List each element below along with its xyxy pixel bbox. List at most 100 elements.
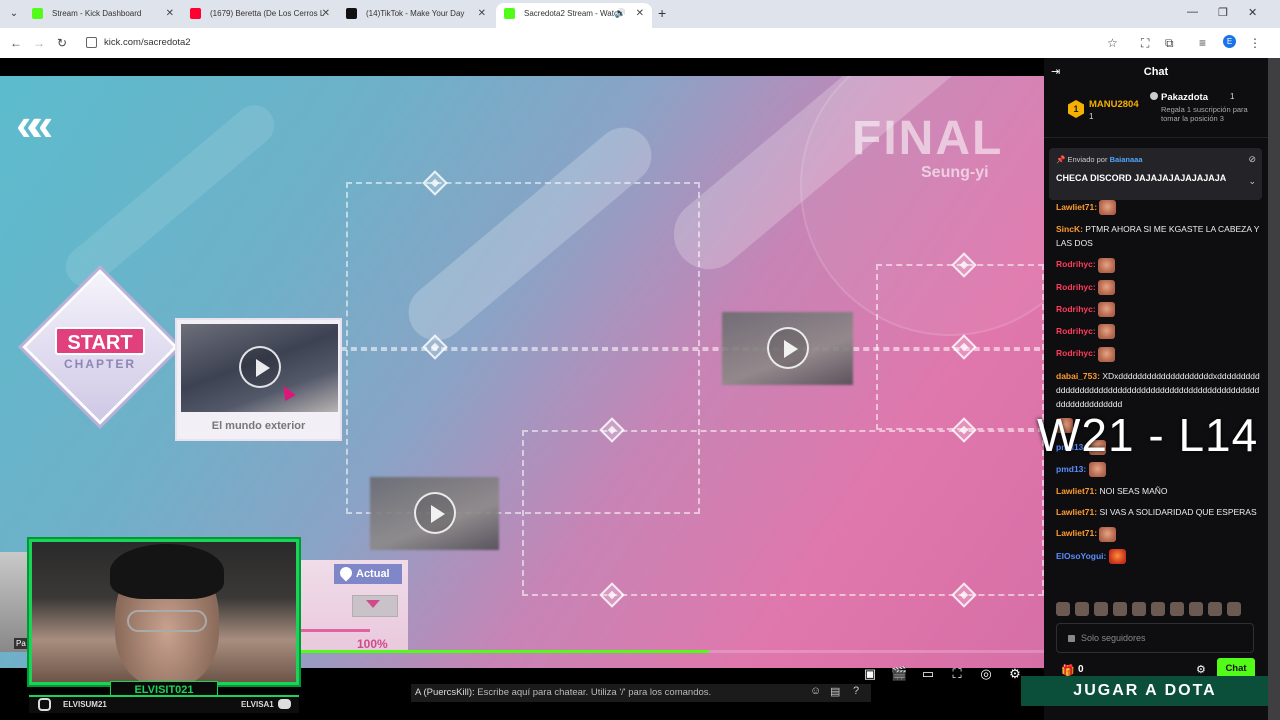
decor-stripe bbox=[57, 97, 283, 295]
site-info-icon[interactable] bbox=[86, 37, 97, 48]
emote-icon bbox=[1098, 279, 1116, 295]
profile-avatar[interactable]: E bbox=[1223, 35, 1236, 48]
chevron-down-icon bbox=[366, 600, 380, 608]
chat-username[interactable]: Rodrihyc: bbox=[1056, 304, 1096, 314]
chat-username[interactable]: Rodrihyc: bbox=[1056, 259, 1096, 269]
chat-message: Lawliet71: NOI SEAS MAÑO bbox=[1056, 484, 1262, 498]
reload-button[interactable]: ↻ bbox=[57, 35, 67, 51]
close-icon[interactable]: ✕ bbox=[478, 3, 486, 24]
emote-icon[interactable] bbox=[1151, 602, 1165, 616]
tab-kick-dashboard[interactable]: Stream - Kick Dashboard ✕ bbox=[24, 3, 182, 28]
bookmark-star-icon[interactable]: ☆ bbox=[1107, 36, 1118, 50]
emoji-icon: ☺ bbox=[810, 685, 822, 697]
chat-username[interactable]: pmd13: bbox=[1056, 464, 1086, 474]
chat-username[interactable]: SincK: bbox=[1056, 224, 1083, 234]
path-line bbox=[522, 430, 1044, 596]
promo-banner[interactable]: JUGAR A DOTA bbox=[1021, 676, 1269, 706]
close-icon[interactable]: ✕ bbox=[636, 3, 644, 24]
screenshot-icon[interactable]: ⛶ bbox=[1141, 36, 1149, 50]
chat-username[interactable]: Rodrihyc: bbox=[1056, 326, 1096, 336]
tab-tiktok[interactable]: (14)TikTok - Make Your Day ✕ bbox=[338, 3, 494, 28]
chat-input[interactable]: Solo seguidores bbox=[1056, 623, 1254, 653]
chat-settings-icon[interactable]: ⚙ bbox=[1196, 663, 1206, 676]
back-chevrons-icon[interactable]: «« bbox=[16, 101, 53, 147]
chat-header: ⇥ Chat bbox=[1044, 58, 1268, 86]
extensions-icon[interactable]: ⧉ bbox=[1165, 36, 1174, 50]
maximize-button[interactable]: ❐ bbox=[1218, 6, 1228, 19]
emote-icon[interactable] bbox=[1056, 602, 1070, 616]
leader-name[interactable]: MANU2804 bbox=[1089, 99, 1139, 110]
youtube-favicon-icon bbox=[190, 8, 201, 19]
chat-username[interactable]: dabai_753: bbox=[1056, 371, 1100, 381]
back-button[interactable]: ← bbox=[10, 35, 22, 51]
chat-message: SincK: PTMR AHORA SI ME KGASTE LA CABEZA… bbox=[1056, 222, 1262, 250]
pinned-by-user[interactable]: Baianaaa bbox=[1110, 155, 1143, 164]
speaker-icon[interactable]: 🔊 bbox=[615, 3, 626, 24]
emote-icon[interactable] bbox=[1132, 602, 1146, 616]
close-icon[interactable]: ✕ bbox=[166, 3, 174, 24]
pinned-by: 📌 Enviado por Baianaaa bbox=[1056, 155, 1143, 164]
chat-message: Rodrihyc: bbox=[1056, 302, 1262, 317]
close-icon[interactable]: ✕ bbox=[322, 3, 330, 24]
scrollbar[interactable] bbox=[1268, 58, 1280, 720]
browser-tab-bar: ⌄ Stream - Kick Dashboard ✕ (1679) Beret… bbox=[0, 0, 1280, 28]
emote-icon[interactable] bbox=[1075, 602, 1089, 616]
stream-progress-bar[interactable] bbox=[300, 650, 1044, 653]
leader-count: 1 bbox=[1230, 92, 1235, 101]
scene-card[interactable]: El mundo exterior bbox=[175, 318, 342, 441]
chat-username[interactable]: Rodrihyc: bbox=[1056, 348, 1096, 358]
tab-title: Sacredota2 Stream - Watch bbox=[524, 9, 623, 18]
emote-icon[interactable] bbox=[1227, 602, 1241, 616]
emote-icon[interactable] bbox=[1094, 602, 1108, 616]
chat-username[interactable]: Lawliet71: bbox=[1056, 528, 1097, 538]
clip-icon[interactable]: 🎬 bbox=[891, 666, 907, 682]
forward-button[interactable]: → bbox=[33, 35, 45, 51]
play-icon[interactable] bbox=[414, 492, 456, 534]
emote-icon[interactable] bbox=[1208, 602, 1222, 616]
chat-username[interactable]: Lawliet71: bbox=[1056, 486, 1097, 496]
window-close-button[interactable]: ✕ bbox=[1248, 6, 1257, 19]
chat-text: PTMR AHORA SI ME KGASTE LA CABEZA Y LAS … bbox=[1056, 224, 1260, 249]
playback-speed-icon[interactable]: ◎ bbox=[978, 666, 994, 682]
play-icon[interactable] bbox=[767, 327, 809, 369]
new-tab-button[interactable]: + bbox=[658, 6, 666, 20]
webcam-overlay bbox=[29, 539, 299, 686]
chat-message: pmd13: bbox=[1056, 462, 1262, 478]
chat-username[interactable]: Lawliet71: bbox=[1056, 202, 1097, 212]
emote-icon bbox=[1088, 462, 1106, 478]
emote-icon[interactable] bbox=[1170, 602, 1184, 616]
emote-icon bbox=[1108, 548, 1126, 564]
url-field[interactable]: kick.com/sacredota2 bbox=[104, 37, 191, 48]
miniplayer-icon[interactable]: ▣ bbox=[862, 666, 878, 682]
chat-panel: ⇥ Chat 1 MANU2804 1 Pakazdota 1 Regala 1… bbox=[1044, 58, 1268, 720]
chat-message: Rodrihyc: bbox=[1056, 324, 1262, 340]
media-controls-icon[interactable]: ≡ bbox=[1199, 36, 1206, 50]
emote-icon bbox=[1098, 346, 1116, 362]
emote-icon[interactable] bbox=[1189, 602, 1203, 616]
fullscreen-icon[interactable]: ⛶ bbox=[949, 666, 965, 682]
tab-search-icon[interactable]: ⌄ bbox=[6, 6, 22, 22]
chat-message: Rodrihyc: bbox=[1056, 257, 1262, 273]
browser-menu-icon[interactable]: ⋮ bbox=[1249, 36, 1261, 50]
play-icon[interactable] bbox=[239, 346, 281, 388]
chat-message: Lawliet71: bbox=[1056, 526, 1262, 542]
stream-player[interactable]: «« FINAL Seung-yi START CHAPTER El mundo… bbox=[0, 58, 1044, 720]
emote-icon[interactable] bbox=[1113, 602, 1127, 616]
chat-text: NOI SEAS MAÑO bbox=[1099, 486, 1168, 497]
unpin-icon[interactable]: ⊘ bbox=[1248, 154, 1256, 165]
chat-username[interactable]: ElOsoYogui: bbox=[1056, 551, 1106, 561]
help-icon: ? bbox=[853, 685, 860, 697]
tab-sacredota2-stream[interactable]: Sacredota2 Stream - Watch 🔊 ✕ bbox=[496, 3, 652, 28]
theater-mode-icon[interactable]: ▭ bbox=[920, 666, 936, 682]
minimize-button[interactable]: — bbox=[1187, 6, 1198, 18]
tab-youtube[interactable]: (1679) Beretta (De Los Cerros L ✕ bbox=[182, 3, 338, 28]
leader-name[interactable]: Pakazdota bbox=[1161, 92, 1208, 103]
gift-count: 0 bbox=[1078, 664, 1084, 675]
pinned-by-label: Enviado por bbox=[1067, 155, 1108, 164]
chevron-down-icon[interactable]: ⌄ bbox=[1248, 176, 1256, 187]
chat-username[interactable]: Lawliet71: bbox=[1056, 507, 1097, 517]
stream-progress-fill bbox=[300, 650, 710, 653]
start-label: START bbox=[55, 327, 145, 355]
rank-badge-icon: 1 bbox=[1068, 100, 1084, 118]
chat-username[interactable]: Rodrihyc: bbox=[1056, 282, 1096, 292]
